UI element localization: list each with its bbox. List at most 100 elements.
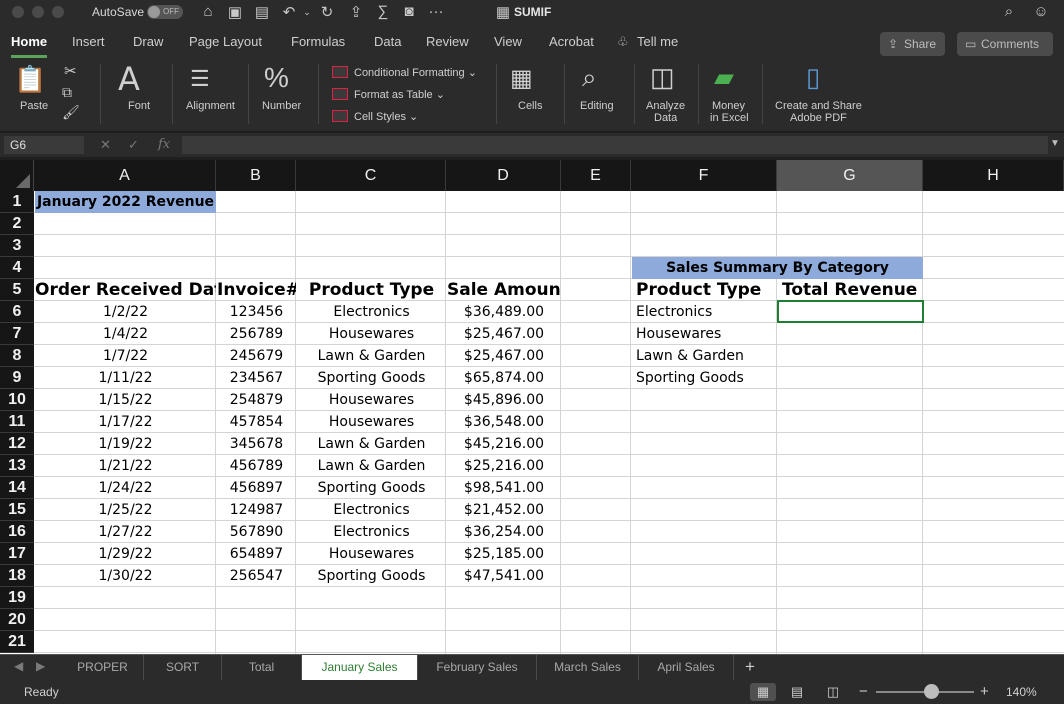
row-header-9[interactable]: 9	[0, 367, 34, 389]
paste-icon[interactable]: 📋	[14, 64, 46, 95]
data-cell[interactable]: 234567	[217, 367, 296, 389]
page-break-view-icon[interactable]: ◫	[820, 683, 846, 701]
data-cell[interactable]: 1/7/22	[35, 345, 216, 367]
undo-dropdown-icon[interactable]: ⌄	[298, 7, 316, 18]
data-cell[interactable]: Lawn & Garden	[297, 455, 446, 477]
data-cell[interactable]: 1/30/22	[35, 565, 216, 587]
data-cell[interactable]: Housewares	[297, 543, 446, 565]
sheet-tab-total[interactable]: Total	[222, 655, 302, 680]
zoom-slider-knob[interactable]	[924, 684, 939, 699]
tab-acrobat[interactable]: Acrobat	[549, 34, 594, 49]
data-cell[interactable]: Housewares	[297, 323, 446, 345]
column-header-h[interactable]: H	[923, 160, 1064, 191]
row-header-5[interactable]: 5	[0, 279, 34, 301]
column-header-d[interactable]: D	[446, 160, 561, 191]
data-cell[interactable]: 1/15/22	[35, 389, 216, 411]
data-cell[interactable]: $36,548.00	[447, 411, 561, 433]
editing-group[interactable]: ⌕ Editing	[572, 58, 628, 132]
data-cell[interactable]: 1/19/22	[35, 433, 216, 455]
data-cell[interactable]: 456789	[217, 455, 296, 477]
number-group[interactable]: % Number	[256, 58, 312, 132]
data-cell[interactable]: 256547	[217, 565, 296, 587]
data-cell[interactable]: $65,874.00	[447, 367, 561, 389]
row-header-12[interactable]: 12	[0, 433, 34, 455]
select-all-button[interactable]	[0, 160, 34, 191]
summary-category-cell[interactable]: Housewares	[632, 323, 777, 345]
autosum-icon[interactable]: ∑	[374, 3, 392, 20]
data-cell[interactable]: $25,467.00	[447, 323, 561, 345]
data-cell[interactable]: Housewares	[297, 389, 446, 411]
worksheet-grid[interactable]: ABCDEFGH 1 2 3 4 5 6 7 8 9 10 11 12 13 14 15 16 17 18 19 20…	[0, 160, 1064, 654]
column-header-e[interactable]: E	[561, 160, 631, 191]
zoom-in-button[interactable]: +	[980, 683, 989, 700]
data-cell[interactable]: $25,185.00	[447, 543, 561, 565]
copy-icon[interactable]: ⧉	[62, 84, 72, 101]
analyze-data-button[interactable]: ◫ Analyze Data	[640, 58, 692, 132]
save-as-icon[interactable]: ▤	[253, 3, 271, 21]
data-cell[interactable]: 1/11/22	[35, 367, 216, 389]
data-cell[interactable]: Lawn & Garden	[297, 345, 446, 367]
zoom-window-button[interactable]	[52, 6, 64, 18]
tab-review[interactable]: Review	[426, 34, 469, 49]
alignment-group[interactable]: ☰ Alignment	[180, 58, 242, 132]
row-header-1[interactable]: 1	[0, 191, 34, 213]
conditional-formatting-button[interactable]: Conditional Formatting ⌄	[332, 66, 477, 79]
data-cell[interactable]: 457854	[217, 411, 296, 433]
data-cell[interactable]: 1/24/22	[35, 477, 216, 499]
redo-icon[interactable]: ↻	[318, 3, 336, 21]
row-header-13[interactable]: 13	[0, 455, 34, 477]
data-cell[interactable]: 123456	[217, 301, 296, 323]
sheet-tab-february-sales[interactable]: February Sales	[418, 655, 537, 680]
data-cell[interactable]: Sporting Goods	[297, 367, 446, 389]
close-window-button[interactable]	[12, 6, 24, 18]
data-cell[interactable]: 456897	[217, 477, 296, 499]
data-cell[interactable]: 1/4/22	[35, 323, 216, 345]
scroll-right-icon[interactable]: ▶	[36, 659, 45, 673]
row-header-15[interactable]: 15	[0, 499, 34, 521]
zoom-out-button[interactable]: −	[859, 683, 868, 700]
summary-category-cell[interactable]: Sporting Goods	[632, 367, 777, 389]
row-header-10[interactable]: 10	[0, 389, 34, 411]
column-header-a[interactable]: A	[34, 160, 216, 191]
comments-button[interactable]: ▭ Comments	[957, 32, 1053, 56]
tab-view[interactable]: View	[494, 34, 522, 49]
summary-title-cell[interactable]: Sales Summary By Category	[632, 257, 923, 279]
cut-icon[interactable]: ✂	[64, 62, 77, 80]
row-header-18[interactable]: 18	[0, 565, 34, 587]
camera-icon[interactable]: ◙	[400, 3, 418, 20]
row-header-17[interactable]: 17	[0, 543, 34, 565]
scroll-left-icon[interactable]: ◀	[14, 659, 23, 673]
data-cell[interactable]: Housewares	[297, 411, 446, 433]
column-header-c[interactable]: C	[296, 160, 446, 191]
data-cell[interactable]: 254879	[217, 389, 296, 411]
data-cell[interactable]: $45,216.00	[447, 433, 561, 455]
header-cell[interactable]: Product Type	[297, 279, 446, 301]
enter-icon[interactable]: ✓	[128, 137, 139, 153]
insert-function-button[interactable]: fx	[158, 137, 170, 152]
data-cell[interactable]: $25,467.00	[447, 345, 561, 367]
account-icon[interactable]: ☺	[1032, 3, 1050, 20]
row-header-2[interactable]: 2	[0, 213, 34, 235]
data-cell[interactable]: 124987	[217, 499, 296, 521]
data-cell[interactable]: $36,489.00	[447, 301, 561, 323]
data-cell[interactable]: $36,254.00	[447, 521, 561, 543]
data-cell[interactable]: 1/21/22	[35, 455, 216, 477]
create-adobe-pdf-button[interactable]: ▯ Create and Share Adobe PDF	[770, 58, 866, 132]
sheet-tab-proper[interactable]: PROPER	[62, 655, 144, 680]
normal-view-icon[interactable]: ▦	[750, 683, 776, 701]
format-as-table-button[interactable]: Format as Table ⌄	[332, 88, 445, 101]
paste-label[interactable]: Paste	[20, 100, 48, 112]
data-cell[interactable]: $21,452.00	[447, 499, 561, 521]
sheet-tab-april-sales[interactable]: April Sales	[639, 655, 734, 680]
row-header-21[interactable]: 21	[0, 631, 34, 653]
name-box[interactable]: G6	[4, 136, 84, 154]
tab-formulas[interactable]: Formulas	[291, 34, 345, 49]
data-cell[interactable]: 567890	[217, 521, 296, 543]
row-header-19[interactable]: 19	[0, 587, 34, 609]
file-upload-icon[interactable]: ⇪	[347, 3, 365, 21]
cancel-icon[interactable]: ✕	[100, 137, 111, 153]
sheet-tab-march-sales[interactable]: March Sales	[537, 655, 639, 680]
data-cell[interactable]: 256789	[217, 323, 296, 345]
sheet-tab-sort[interactable]: SORT	[144, 655, 222, 680]
summary-header-cell[interactable]: Total Revenue	[778, 279, 923, 301]
